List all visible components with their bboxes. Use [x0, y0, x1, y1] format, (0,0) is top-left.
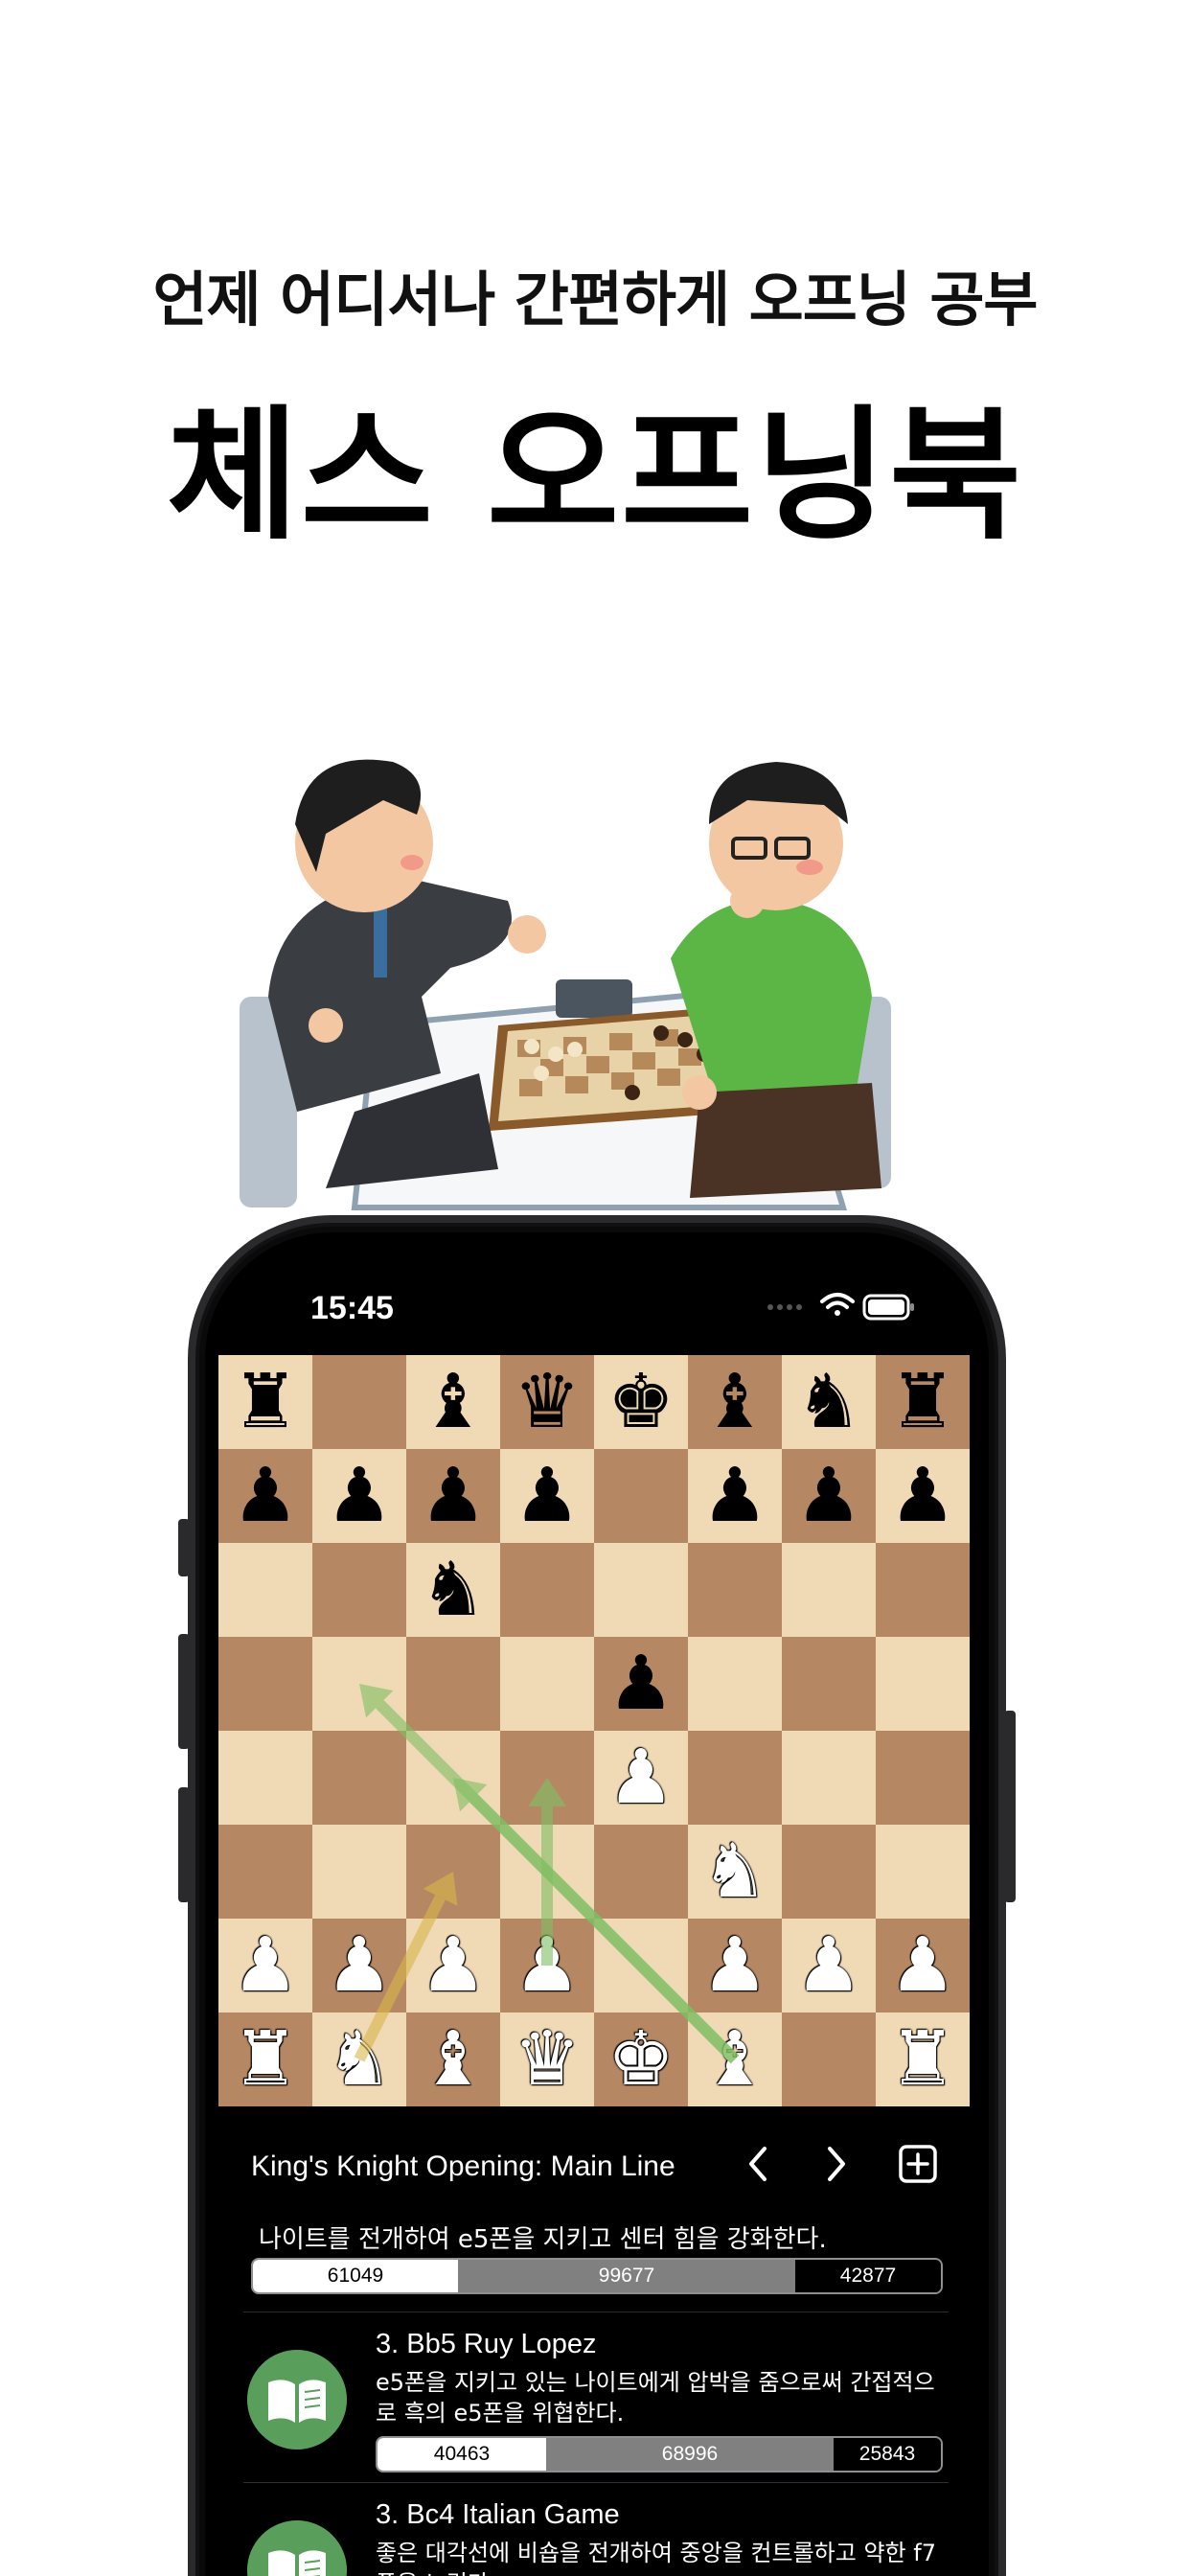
- square-a4[interactable]: [218, 1731, 312, 1825]
- white-knight-piece[interactable]: ♞: [688, 1825, 782, 1919]
- chevron-left-icon[interactable]: [734, 2139, 784, 2189]
- promo-headline: 체스 오프닝북: [166, 393, 1024, 560]
- chevron-right-icon[interactable]: [811, 2139, 860, 2189]
- square-a6[interactable]: [218, 1543, 312, 1637]
- chessboard[interactable]: ♜ ♝ ♛ ♚ ♝ ♞ ♜ ♟ ♟ ♟ ♟ ♟ ♟ ♟ ♞ ♟ ♟ ♞ ♟ ♟ ♟ ♟ ♟ ♟ ♟ ♜ ♞ ♝ ♛ ♚ ♝ ♜: [218, 1355, 970, 2106]
- black-bishop-piece[interactable]: ♝: [688, 1355, 782, 1449]
- app-screen: 15:45 ♜ ♝ ♛ ♚ ♝ ♞ ♜ ♟ ♟ ♟ ♟ ♟ ♟ ♟ ♞ ♟ ♟ ♞ ♟ ♟ ♟ ♟ ♟ ♟ ♟ ♜ ♞ ♝ ♛ ♚ ♝ ♜ K…: [205, 1232, 989, 2576]
- white-wins-count: 61049: [253, 2260, 458, 2292]
- white-rook-piece[interactable]: ♜: [218, 2012, 312, 2106]
- opening-description: 나이트를 전개하여 e5폰을 지키고 센터 힘을 강화한다.: [259, 2225, 827, 2254]
- square-h3[interactable]: [876, 1825, 970, 1919]
- black-pawn-piece[interactable]: ♟: [876, 1449, 970, 1543]
- signal-icon: [767, 1304, 802, 1310]
- white-pawn-piece[interactable]: ♟: [312, 1919, 406, 2012]
- white-king-piece[interactable]: ♚: [594, 2012, 688, 2106]
- square-a3[interactable]: [218, 1825, 312, 1919]
- move-title: 3. Bc4 Italian Game: [376, 2499, 620, 2530]
- black-king-piece[interactable]: ♚: [594, 1355, 688, 1449]
- white-pawn-piece[interactable]: ♟: [782, 1919, 876, 2012]
- black-pawn-piece[interactable]: ♟: [688, 1449, 782, 1543]
- white-pawn-piece[interactable]: ♟: [594, 1731, 688, 1825]
- move-description: e5폰을 지키고 있는 나이트에게 압박을 줌으로써 간접적으로 흑의 e5폰을…: [376, 2369, 935, 2426]
- white-wins-count: 40463: [378, 2438, 546, 2471]
- black-wins-count: 42877: [795, 2260, 941, 2292]
- square-e6[interactable]: [594, 1543, 688, 1637]
- white-pawn-piece[interactable]: ♟: [218, 1919, 312, 2012]
- black-pawn-piece[interactable]: ♟: [312, 1449, 406, 1543]
- battery-icon: [862, 1294, 914, 1321]
- square-d5[interactable]: [500, 1637, 594, 1731]
- divider: [243, 2482, 949, 2483]
- book-icon: [247, 2520, 347, 2576]
- opening-title: King's Knight Opening: Main Line: [251, 2150, 675, 2182]
- black-knight-piece[interactable]: ♞: [406, 1543, 500, 1637]
- white-queen-piece[interactable]: ♛: [500, 2012, 594, 2106]
- square-c4[interactable]: [406, 1731, 500, 1825]
- black-rook-piece[interactable]: ♜: [218, 1355, 312, 1449]
- white-bishop-piece[interactable]: ♝: [688, 2012, 782, 2106]
- square-e7[interactable]: [594, 1449, 688, 1543]
- square-h4[interactable]: [876, 1731, 970, 1825]
- white-rook-piece[interactable]: ♜: [876, 2012, 970, 2106]
- square-d3[interactable]: [500, 1825, 594, 1919]
- square-d4[interactable]: [500, 1731, 594, 1825]
- white-pawn-piece[interactable]: ♟: [500, 1919, 594, 2012]
- square-b3[interactable]: [312, 1825, 406, 1919]
- white-pawn-piece[interactable]: ♟: [876, 1919, 970, 2012]
- square-h6[interactable]: [876, 1543, 970, 1637]
- black-knight-piece[interactable]: ♞: [782, 1355, 876, 1449]
- black-queen-piece[interactable]: ♛: [500, 1355, 594, 1449]
- square-f6[interactable]: [688, 1543, 782, 1637]
- square-b6[interactable]: [312, 1543, 406, 1637]
- draws-count: 99677: [458, 2260, 795, 2292]
- move-title: 3. Bb5 Ruy Lopez: [376, 2329, 597, 2359]
- square-h5[interactable]: [876, 1637, 970, 1731]
- white-knight-piece[interactable]: ♞: [312, 2012, 406, 2106]
- black-pawn-piece[interactable]: ♟: [406, 1449, 500, 1543]
- square-d6[interactable]: [500, 1543, 594, 1637]
- black-pawn-piece[interactable]: ♟: [500, 1449, 594, 1543]
- square-g1[interactable]: [782, 2012, 876, 2106]
- square-g3[interactable]: [782, 1825, 876, 1919]
- black-pawn-piece[interactable]: ♟: [594, 1637, 688, 1731]
- opening-stats-bar: 61049 99677 42877: [251, 2258, 943, 2294]
- square-c5[interactable]: [406, 1637, 500, 1731]
- wifi-icon: [820, 1293, 855, 1316]
- move-stats-bar: 40463 68996 25843: [376, 2436, 943, 2472]
- square-b4[interactable]: [312, 1731, 406, 1825]
- white-pawn-piece[interactable]: ♟: [688, 1919, 782, 2012]
- square-g4[interactable]: [782, 1731, 876, 1825]
- plus-square-icon[interactable]: [893, 2139, 943, 2189]
- black-rook-piece[interactable]: ♜: [876, 1355, 970, 1449]
- square-c3[interactable]: [406, 1825, 500, 1919]
- square-f4[interactable]: [688, 1731, 782, 1825]
- draws-count: 68996: [546, 2438, 834, 2471]
- status-icons: [767, 1293, 914, 1321]
- status-time: 15:45: [310, 1290, 394, 1326]
- move-description: 좋은 대각선에 비숍을 전개하여 중앙을 컨트롤하고 약한 f7폰을 노린다.: [376, 2540, 936, 2576]
- square-e2[interactable]: [594, 1919, 688, 2012]
- chess-players-illustration: [240, 759, 891, 1210]
- promo-subtitle: 언제 어디서나 간편하게 오프닝 공부: [152, 264, 1039, 334]
- black-pawn-piece[interactable]: ♟: [782, 1449, 876, 1543]
- book-icon: [247, 2350, 347, 2450]
- square-b8[interactable]: [312, 1355, 406, 1449]
- black-pawn-piece[interactable]: ♟: [218, 1449, 312, 1543]
- white-pawn-piece[interactable]: ♟: [406, 1919, 500, 2012]
- square-f5[interactable]: [688, 1637, 782, 1731]
- square-a5[interactable]: [218, 1637, 312, 1731]
- square-e3[interactable]: [594, 1825, 688, 1919]
- white-bishop-piece[interactable]: ♝: [406, 2012, 500, 2106]
- square-g6[interactable]: [782, 1543, 876, 1637]
- square-g5[interactable]: [782, 1637, 876, 1731]
- square-b5[interactable]: [312, 1637, 406, 1731]
- black-bishop-piece[interactable]: ♝: [406, 1355, 500, 1449]
- black-wins-count: 25843: [834, 2438, 941, 2471]
